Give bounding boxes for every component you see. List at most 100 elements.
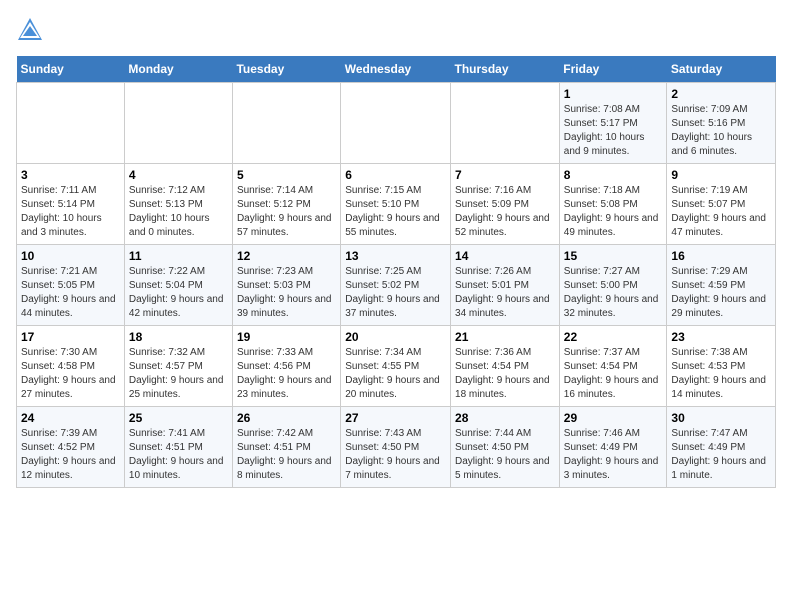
weekday-header-wednesday: Wednesday (341, 56, 451, 83)
day-info: Sunrise: 7:41 AM Sunset: 4:51 PM Dayligh… (129, 427, 228, 483)
day-info: Sunrise: 7:23 AM Sunset: 5:03 PM Dayligh… (237, 265, 336, 321)
day-number: 21 (455, 330, 555, 344)
day-info: Sunrise: 7:11 AM Sunset: 5:14 PM Dayligh… (21, 184, 120, 240)
calendar-cell: 22Sunrise: 7:37 AM Sunset: 4:54 PM Dayli… (559, 326, 667, 407)
day-info: Sunrise: 7:14 AM Sunset: 5:12 PM Dayligh… (237, 184, 336, 240)
day-number: 24 (21, 411, 120, 425)
calendar-week-row: 1 Sunrise: 7:08 AM Sunset: 5:17 PM Daylig… (17, 83, 776, 164)
calendar-week-row: 24 Sunrise: 7:39 AM Sunset: 4:52 PM Dayli… (17, 407, 776, 488)
day-number: 8 (564, 168, 663, 182)
day-number: 19 (237, 330, 336, 344)
calendar-cell: 10 Sunrise: 7:21 AM Sunset: 5:05 PM Dayli… (17, 245, 125, 326)
day-info: Sunrise: 7:21 AM Sunset: 5:05 PM Dayligh… (21, 265, 120, 321)
day-info: Sunrise: 7:27 AM Sunset: 5:00 PM Dayligh… (564, 265, 663, 321)
day-info: Sunrise: 7:25 AM Sunset: 5:02 PM Dayligh… (345, 265, 446, 321)
day-number: 11 (129, 249, 228, 263)
calendar-cell: 8 Sunrise: 7:18 AM Sunset: 5:08 PM Daylig… (559, 164, 667, 245)
calendar-cell: 19 Sunrise: 7:33 AM Sunset: 4:56 PM Dayli… (232, 326, 340, 407)
calendar-week-row: 10 Sunrise: 7:21 AM Sunset: 5:05 PM Dayli… (17, 245, 776, 326)
day-info: Sunrise: 7:19 AM Sunset: 5:07 PM Dayligh… (671, 184, 771, 240)
calendar-week-row: 17 Sunrise: 7:30 AM Sunset: 4:58 PM Dayli… (17, 326, 776, 407)
day-number: 30 (671, 411, 771, 425)
calendar-cell (341, 83, 451, 164)
day-info: Sunrise: 7:34 AM Sunset: 4:55 PM Dayligh… (345, 346, 446, 402)
day-number: 25 (129, 411, 228, 425)
calendar-cell: 20Sunrise: 7:34 AM Sunset: 4:55 PM Dayli… (341, 326, 451, 407)
day-number: 29 (564, 411, 663, 425)
weekday-header-friday: Friday (559, 56, 667, 83)
calendar-cell: 12 Sunrise: 7:23 AM Sunset: 5:03 PM Dayli… (232, 245, 340, 326)
calendar-cell: 24 Sunrise: 7:39 AM Sunset: 4:52 PM Dayli… (17, 407, 125, 488)
calendar-cell: 9 Sunrise: 7:19 AM Sunset: 5:07 PM Daylig… (667, 164, 776, 245)
day-number: 6 (345, 168, 446, 182)
day-info: Sunrise: 7:39 AM Sunset: 4:52 PM Dayligh… (21, 427, 120, 483)
calendar-cell: 15 Sunrise: 7:27 AM Sunset: 5:00 PM Dayli… (559, 245, 667, 326)
day-info: Sunrise: 7:15 AM Sunset: 5:10 PM Dayligh… (345, 184, 446, 240)
calendar-cell: 17 Sunrise: 7:30 AM Sunset: 4:58 PM Dayli… (17, 326, 125, 407)
weekday-header-saturday: Saturday (667, 56, 776, 83)
day-info: Sunrise: 7:09 AM Sunset: 5:16 PM Dayligh… (671, 103, 771, 159)
calendar-cell: 6 Sunrise: 7:15 AM Sunset: 5:10 PM Daylig… (341, 164, 451, 245)
calendar-cell: 29 Sunrise: 7:46 AM Sunset: 4:49 PM Dayli… (559, 407, 667, 488)
calendar-cell: 18 Sunrise: 7:32 AM Sunset: 4:57 PM Dayli… (124, 326, 232, 407)
day-number: 4 (129, 168, 228, 182)
day-info: Sunrise: 7:38 AM Sunset: 4:53 PM Dayligh… (671, 346, 771, 402)
calendar-cell: 3 Sunrise: 7:11 AM Sunset: 5:14 PM Daylig… (17, 164, 125, 245)
day-number: 7 (455, 168, 555, 182)
calendar-cell: 28 Sunrise: 7:44 AM Sunset: 4:50 PM Dayli… (451, 407, 560, 488)
day-info: Sunrise: 7:08 AM Sunset: 5:17 PM Dayligh… (564, 103, 663, 159)
day-info: Sunrise: 7:16 AM Sunset: 5:09 PM Dayligh… (455, 184, 555, 240)
weekday-header-thursday: Thursday (451, 56, 560, 83)
day-number: 5 (237, 168, 336, 182)
day-number: 16 (671, 249, 771, 263)
calendar-cell: 11 Sunrise: 7:22 AM Sunset: 5:04 PM Dayli… (124, 245, 232, 326)
calendar-cell (17, 83, 125, 164)
day-info: Sunrise: 7:46 AM Sunset: 4:49 PM Dayligh… (564, 427, 663, 483)
calendar-cell (232, 83, 340, 164)
day-number: 12 (237, 249, 336, 263)
weekday-header-row: SundayMondayTuesdayWednesdayThursdayFrid… (17, 56, 776, 83)
day-number: 13 (345, 249, 446, 263)
day-info: Sunrise: 7:33 AM Sunset: 4:56 PM Dayligh… (237, 346, 336, 402)
day-info: Sunrise: 7:30 AM Sunset: 4:58 PM Dayligh… (21, 346, 120, 402)
calendar-cell (124, 83, 232, 164)
day-number: 2 (671, 87, 771, 101)
day-number: 14 (455, 249, 555, 263)
calendar-cell: 16 Sunrise: 7:29 AM Sunset: 4:59 PM Dayli… (667, 245, 776, 326)
logo (16, 16, 48, 44)
day-number: 18 (129, 330, 228, 344)
day-number: 27 (345, 411, 446, 425)
day-info: Sunrise: 7:26 AM Sunset: 5:01 PM Dayligh… (455, 265, 555, 321)
calendar-week-row: 3 Sunrise: 7:11 AM Sunset: 5:14 PM Daylig… (17, 164, 776, 245)
day-info: Sunrise: 7:18 AM Sunset: 5:08 PM Dayligh… (564, 184, 663, 240)
day-info: Sunrise: 7:36 AM Sunset: 4:54 PM Dayligh… (455, 346, 555, 402)
calendar-cell: 7 Sunrise: 7:16 AM Sunset: 5:09 PM Daylig… (451, 164, 560, 245)
calendar-cell: 30Sunrise: 7:47 AM Sunset: 4:49 PM Dayli… (667, 407, 776, 488)
calendar-cell: 5 Sunrise: 7:14 AM Sunset: 5:12 PM Daylig… (232, 164, 340, 245)
calendar-cell: 1 Sunrise: 7:08 AM Sunset: 5:17 PM Daylig… (559, 83, 667, 164)
day-number: 22 (564, 330, 663, 344)
calendar-cell: 26 Sunrise: 7:42 AM Sunset: 4:51 PM Dayli… (232, 407, 340, 488)
header (16, 16, 776, 44)
day-number: 15 (564, 249, 663, 263)
day-number: 28 (455, 411, 555, 425)
calendar-cell: 27 Sunrise: 7:43 AM Sunset: 4:50 PM Dayli… (341, 407, 451, 488)
day-info: Sunrise: 7:22 AM Sunset: 5:04 PM Dayligh… (129, 265, 228, 321)
day-number: 10 (21, 249, 120, 263)
day-info: Sunrise: 7:29 AM Sunset: 4:59 PM Dayligh… (671, 265, 771, 321)
day-info: Sunrise: 7:42 AM Sunset: 4:51 PM Dayligh… (237, 427, 336, 483)
day-number: 9 (671, 168, 771, 182)
day-info: Sunrise: 7:12 AM Sunset: 5:13 PM Dayligh… (129, 184, 228, 240)
day-info: Sunrise: 7:32 AM Sunset: 4:57 PM Dayligh… (129, 346, 228, 402)
weekday-header-monday: Monday (124, 56, 232, 83)
day-info: Sunrise: 7:43 AM Sunset: 4:50 PM Dayligh… (345, 427, 446, 483)
day-number: 17 (21, 330, 120, 344)
calendar-cell (451, 83, 560, 164)
calendar-cell: 14 Sunrise: 7:26 AM Sunset: 5:01 PM Dayli… (451, 245, 560, 326)
day-number: 3 (21, 168, 120, 182)
day-info: Sunrise: 7:44 AM Sunset: 4:50 PM Dayligh… (455, 427, 555, 483)
calendar-cell: 2 Sunrise: 7:09 AM Sunset: 5:16 PM Daylig… (667, 83, 776, 164)
weekday-header-tuesday: Tuesday (232, 56, 340, 83)
day-number: 26 (237, 411, 336, 425)
day-number: 1 (564, 87, 663, 101)
